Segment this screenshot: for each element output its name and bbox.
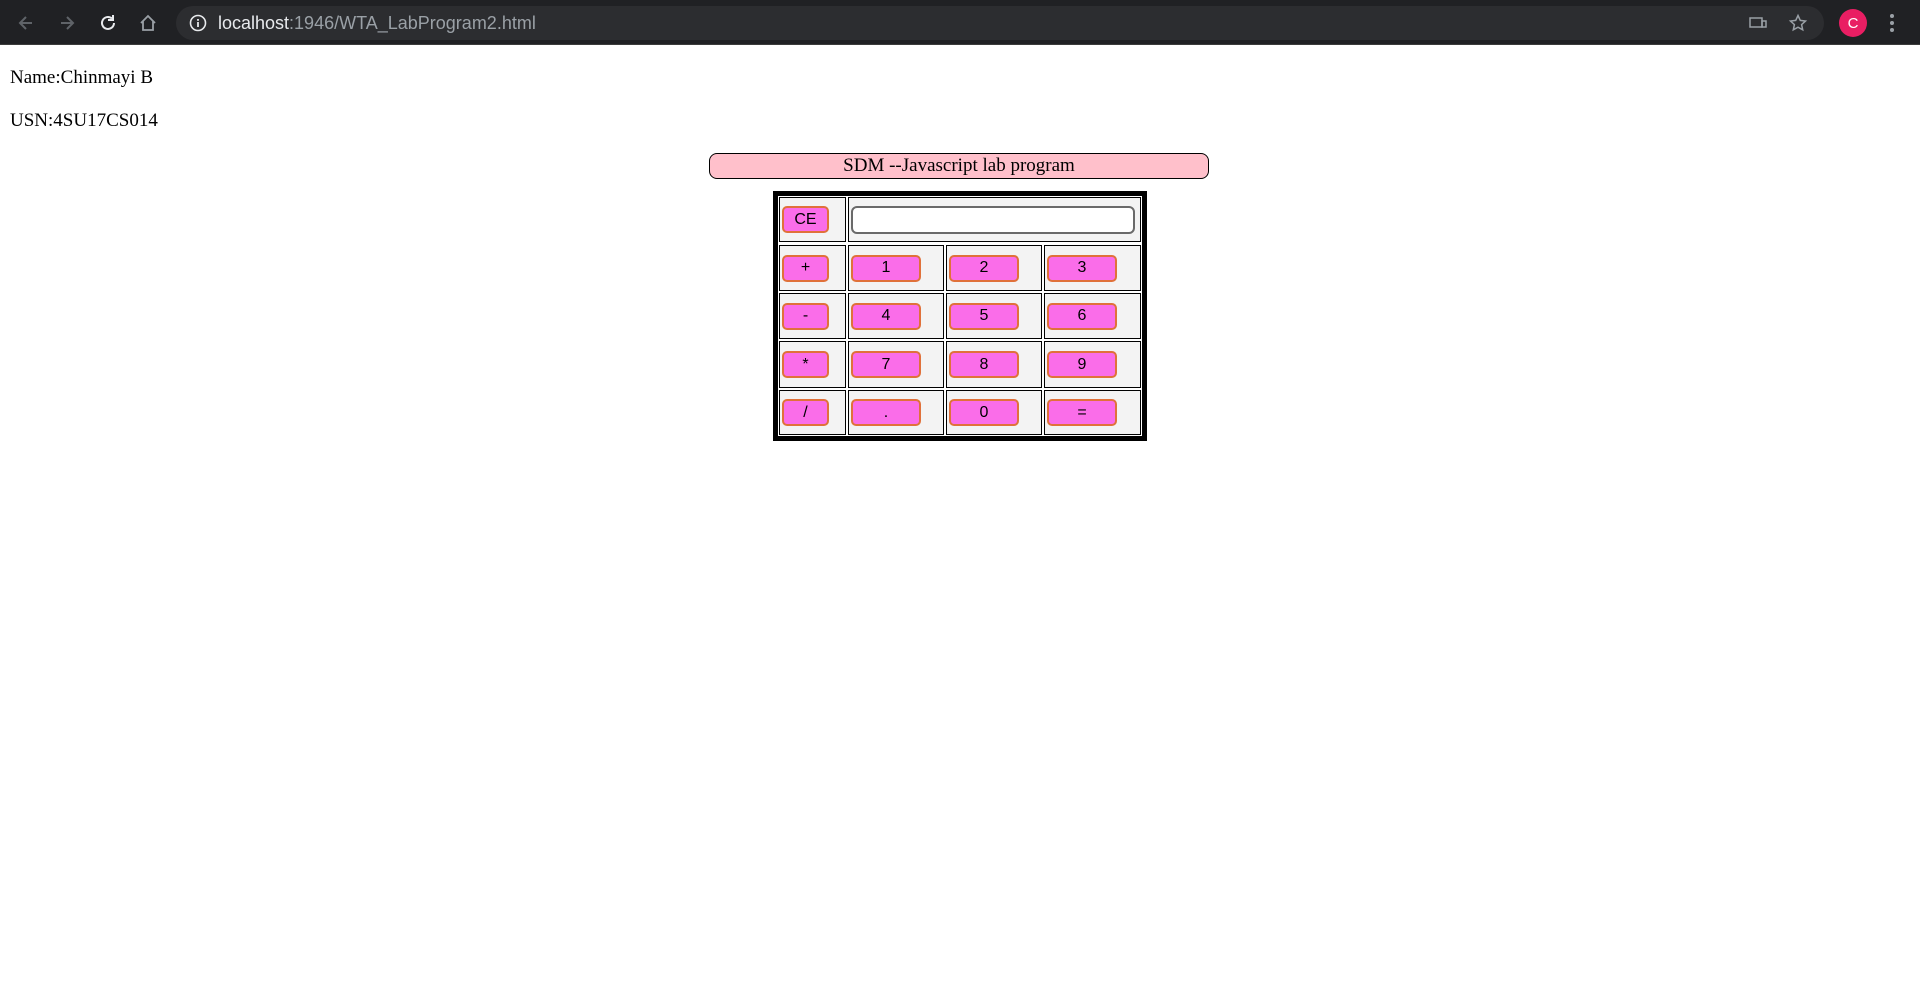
decimal-point-button[interactable]: . <box>851 399 921 426</box>
bookmark-star-icon[interactable] <box>1788 13 1808 33</box>
url-text[interactable]: localhost:1946/WTA_LabProgram2.html <box>218 6 536 40</box>
digit-7-button[interactable]: 7 <box>851 351 921 378</box>
student-name: Name:Chinmayi B <box>10 67 154 88</box>
page-title-banner: SDM --Javascript lab program <box>709 153 1209 179</box>
calc-cell: CE <box>779 197 846 242</box>
calculator-display[interactable] <box>851 205 1135 234</box>
multiply-button[interactable]: * <box>782 351 829 378</box>
calc-cell: 9 <box>1044 341 1141 388</box>
calc-cell: 1 <box>848 245 944 291</box>
digit-8-button[interactable]: 8 <box>949 351 1019 378</box>
site-info-icon[interactable] <box>188 13 208 33</box>
calculator-table: CE + 1 2 3 - 4 5 6 * 7 8 9 / . 0 = <box>773 191 1147 441</box>
calc-cell: 5 <box>946 293 1042 339</box>
digit-6-button[interactable]: 6 <box>1047 302 1117 330</box>
calc-cell: 2 <box>946 245 1042 291</box>
cast-icon[interactable] <box>1748 13 1768 33</box>
calc-cell: . <box>848 390 944 435</box>
digit-3-button[interactable]: 3 <box>1047 254 1117 282</box>
calc-cell: 0 <box>946 390 1042 435</box>
back-arrow-icon <box>18 16 32 30</box>
calc-cell: = <box>1044 390 1141 435</box>
url-path: :1946/WTA_LabProgram2.html <box>289 13 536 33</box>
calc-cell <box>848 197 1141 242</box>
calc-cell: - <box>779 293 846 339</box>
digit-4-button[interactable]: 4 <box>851 302 921 330</box>
reload-icon <box>101 15 115 30</box>
plus-button[interactable]: + <box>782 254 829 282</box>
url-host: localhost <box>218 13 290 33</box>
more-menu-icon[interactable] <box>1888 12 1896 34</box>
calc-cell: 6 <box>1044 293 1141 339</box>
digit-2-button[interactable]: 2 <box>949 254 1019 282</box>
minus-button[interactable]: - <box>782 302 829 330</box>
divide-button[interactable]: / <box>782 399 829 426</box>
digit-5-button[interactable]: 5 <box>949 302 1019 330</box>
browser-toolbar: localhost:1946/WTA_LabProgram2.html C <box>0 0 1920 45</box>
digit-9-button[interactable]: 9 <box>1047 351 1117 378</box>
calc-cell: + <box>779 245 846 291</box>
forward-arrow-icon <box>61 16 75 30</box>
calc-cell: 8 <box>946 341 1042 388</box>
home-button[interactable] <box>134 9 162 37</box>
back-button[interactable] <box>12 9 40 37</box>
reload-button[interactable] <box>94 9 122 37</box>
calc-cell: 3 <box>1044 245 1141 291</box>
home-icon <box>140 14 156 31</box>
equals-button[interactable]: = <box>1047 399 1117 426</box>
digit-1-button[interactable]: 1 <box>851 254 921 282</box>
forward-button[interactable] <box>53 9 81 37</box>
calc-cell: 4 <box>848 293 944 339</box>
calc-cell: * <box>779 341 846 388</box>
calc-cell: 7 <box>848 341 944 388</box>
address-bar[interactable]: localhost:1946/WTA_LabProgram2.html <box>176 6 1824 40</box>
calc-cell: / <box>779 390 846 435</box>
profile-avatar[interactable]: C <box>1839 9 1867 37</box>
digit-0-button[interactable]: 0 <box>949 399 1019 426</box>
clear-button[interactable]: CE <box>782 206 829 233</box>
student-usn: USN:4SU17CS014 <box>10 110 158 131</box>
